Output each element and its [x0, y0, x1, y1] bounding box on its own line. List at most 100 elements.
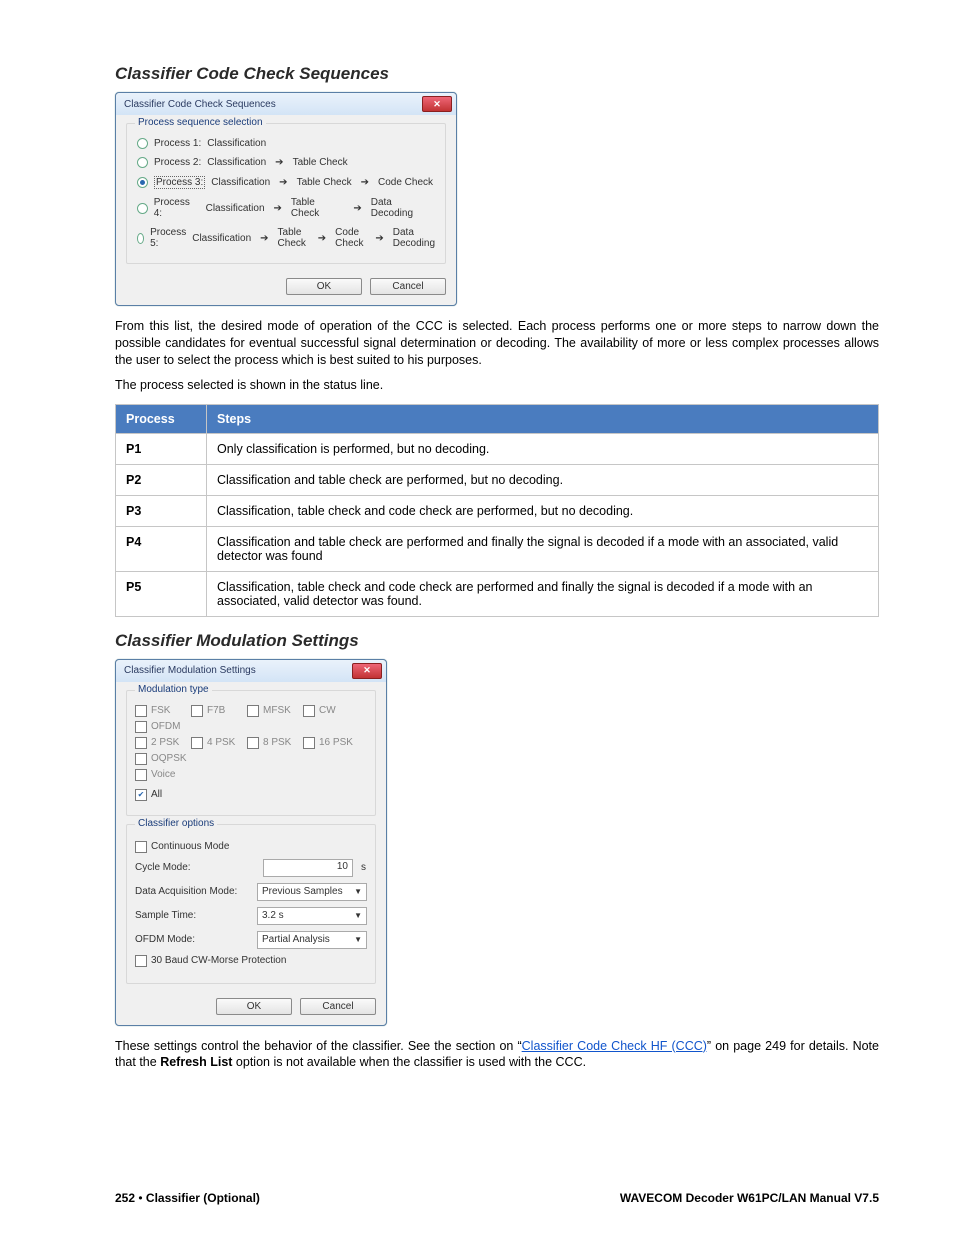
sample-time-dropdown[interactable]: 3.2 s▼ — [257, 907, 367, 925]
process-step: Classification — [211, 177, 270, 188]
groupbox-legend: Classifier options — [135, 818, 217, 829]
process-4-row[interactable]: Process 4: Classification ➔ Table Check … — [135, 193, 437, 223]
arrow-icon: ➔ — [375, 233, 383, 244]
close-icon[interactable]: ✕ — [352, 663, 382, 679]
checkbox-icon — [135, 769, 147, 781]
checkbox-icon — [303, 737, 315, 749]
groupbox-legend: Modulation type — [135, 684, 212, 695]
checkbox-icon — [191, 705, 203, 717]
paragraph: From this list, the desired mode of oper… — [115, 318, 879, 369]
checkbox-icon — [135, 955, 147, 967]
mod-mfsk-checkbox[interactable]: MFSK — [247, 705, 293, 717]
footer-separator: • — [135, 1191, 146, 1205]
process-step: Table Check — [293, 157, 348, 168]
process-label: Process 3: — [154, 176, 205, 189]
checkbox-icon — [303, 705, 315, 717]
modulation-type-group: Modulation type FSK F7B MFSK CW OFDM 2 P… — [126, 690, 376, 816]
ofdm-mode-dropdown[interactable]: Partial Analysis▼ — [257, 931, 367, 949]
mod-oqpsk-checkbox[interactable]: OQPSK — [135, 753, 187, 765]
groupbox-legend: Process sequence selection — [135, 117, 266, 128]
process-step: Classification — [192, 233, 251, 244]
checkbox-icon — [135, 737, 147, 749]
ofdm-mode-label: OFDM Mode: — [135, 934, 249, 945]
mod-f7b-checkbox[interactable]: F7B — [191, 705, 237, 717]
mod-2psk-checkbox[interactable]: 2 PSK — [135, 737, 181, 749]
radio-icon — [137, 233, 144, 244]
morse-protection-checkbox[interactable]: 30 Baud CW-Morse Protection — [135, 955, 286, 967]
chevron-down-icon: ▼ — [354, 935, 362, 944]
section-heading-1: Classifier Code Check Sequences — [115, 64, 879, 84]
cancel-button[interactable]: Cancel — [300, 998, 376, 1015]
arrow-icon: ➔ — [274, 203, 282, 214]
radio-icon — [137, 203, 148, 214]
refresh-list-term: Refresh List — [160, 1055, 232, 1069]
process-step: Classification — [207, 138, 266, 149]
process-sequence-group: Process sequence selection Process 1: Cl… — [126, 123, 446, 264]
process-label: Process 4: — [154, 197, 200, 219]
process-1-row[interactable]: Process 1: Classification — [135, 134, 437, 153]
mod-4psk-checkbox[interactable]: 4 PSK — [191, 737, 237, 749]
footer-page-number: 252 — [115, 1191, 135, 1205]
process-step: Table Check — [297, 177, 352, 188]
footer-section: Classifier (Optional) — [146, 1191, 260, 1205]
table-header-process: Process — [116, 404, 207, 433]
process-label: Process 2: — [154, 157, 201, 168]
process-label: Process 1: — [154, 138, 201, 149]
table-row: P1Only classification is performed, but … — [116, 433, 879, 464]
ok-button[interactable]: OK — [216, 998, 292, 1015]
page-footer: 252 • Classifier (Optional) WAVECOM Deco… — [115, 1181, 879, 1205]
radio-icon — [137, 157, 148, 168]
table-row: P3Classification, table check and code c… — [116, 495, 879, 526]
process-3-row[interactable]: Process 3: Classification ➔ Table Check … — [135, 172, 437, 193]
ccc-hf-link[interactable]: Classifier Code Check HF (CCC) — [522, 1039, 707, 1053]
chevron-down-icon: ▼ — [354, 887, 362, 896]
mod-all-checkbox[interactable]: All — [135, 789, 181, 801]
mod-16psk-checkbox[interactable]: 16 PSK — [303, 737, 353, 749]
mod-voice-checkbox[interactable]: Voice — [135, 769, 181, 781]
process-step: Code Check — [335, 227, 366, 249]
process-step: Classification — [206, 203, 265, 214]
arrow-icon: ➔ — [353, 203, 361, 214]
checkbox-icon — [247, 705, 259, 717]
mod-fsk-checkbox[interactable]: FSK — [135, 705, 181, 717]
dialog-title: Classifier Modulation Settings — [124, 665, 256, 676]
process-step: Classification — [207, 157, 266, 168]
dialog-title: Classifier Code Check Sequences — [124, 99, 276, 110]
checkbox-icon — [135, 721, 147, 733]
modulation-settings-dialog: Classifier Modulation Settings ✕ Modulat… — [115, 659, 387, 1026]
process-5-row[interactable]: Process 5: Classification ➔ Table Check … — [135, 223, 437, 253]
dialog-titlebar: Classifier Modulation Settings ✕ — [116, 660, 386, 682]
cancel-button[interactable]: Cancel — [370, 278, 446, 295]
close-icon[interactable]: ✕ — [422, 96, 452, 112]
footer-manual-title: WAVECOM Decoder W61PC/LAN Manual V7.5 — [620, 1191, 879, 1205]
radio-icon — [137, 138, 148, 149]
table-row: P4Classification and table check are per… — [116, 526, 879, 571]
checkbox-icon — [135, 753, 147, 765]
section-heading-2: Classifier Modulation Settings — [115, 631, 879, 651]
table-header-steps: Steps — [207, 404, 879, 433]
mod-ofdm-checkbox[interactable]: OFDM — [135, 721, 181, 733]
ok-button[interactable]: OK — [286, 278, 362, 295]
cycle-mode-unit: s — [361, 862, 366, 873]
mod-8psk-checkbox[interactable]: 8 PSK — [247, 737, 293, 749]
data-acq-dropdown[interactable]: Previous Samples▼ — [257, 883, 367, 901]
checkbox-icon — [191, 737, 203, 749]
dialog-titlebar: Classifier Code Check Sequences ✕ — [116, 93, 456, 115]
process-step: Table Check — [278, 227, 309, 249]
table-row: P2Classification and table check are per… — [116, 464, 879, 495]
checkbox-icon — [135, 789, 147, 801]
classifier-options-group: Classifier options Continuous Mode Cycle… — [126, 824, 376, 984]
arrow-icon: ➔ — [279, 177, 287, 188]
mod-cw-checkbox[interactable]: CW — [303, 705, 349, 717]
checkbox-icon — [135, 705, 147, 717]
arrow-icon: ➔ — [318, 233, 326, 244]
process-step: Table Check — [291, 197, 344, 219]
ccc-sequences-dialog: Classifier Code Check Sequences ✕ Proces… — [115, 92, 457, 306]
paragraph: These settings control the behavior of t… — [115, 1038, 879, 1072]
chevron-down-icon: ▼ — [354, 911, 362, 920]
cycle-mode-input[interactable]: 10 — [263, 859, 353, 877]
continuous-mode-checkbox[interactable]: Continuous Mode — [135, 841, 229, 853]
sample-time-label: Sample Time: — [135, 910, 249, 921]
radio-icon — [137, 177, 148, 188]
process-2-row[interactable]: Process 2: Classification ➔ Table Check — [135, 153, 437, 172]
